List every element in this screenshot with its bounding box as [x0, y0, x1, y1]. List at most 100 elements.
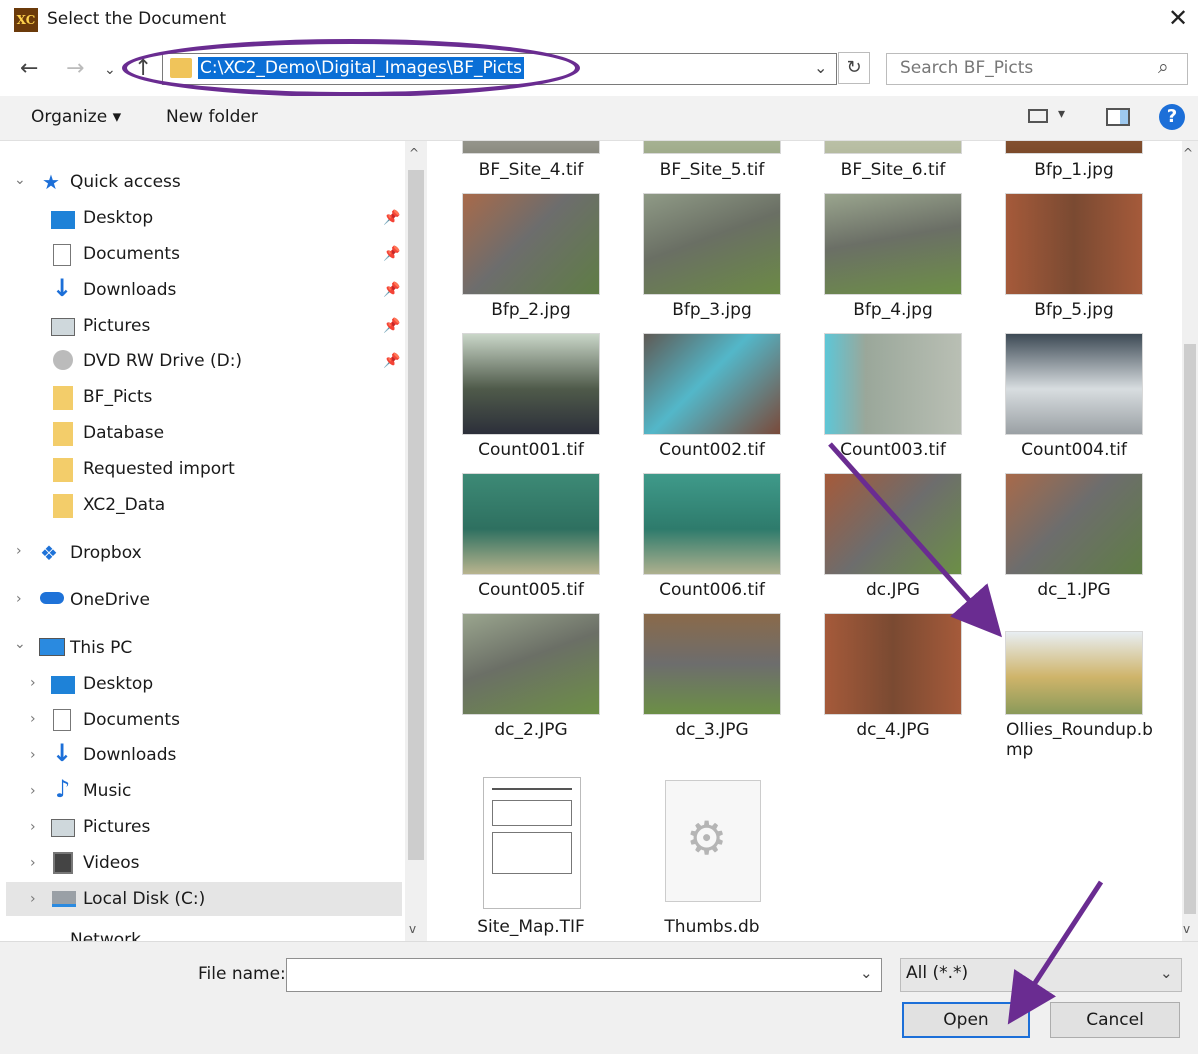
file-thumbnail[interactable]	[463, 141, 599, 153]
nav-dropbox[interactable]: Dropbox	[70, 537, 142, 569]
pin-icon[interactable]: 📌	[383, 318, 400, 334]
refresh-icon[interactable]: ↻	[838, 52, 870, 84]
nav-pc-downloads[interactable]: Downloads	[83, 739, 176, 771]
expand-chevron-icon[interactable]: ⌄	[14, 172, 26, 188]
file-thumbnail[interactable]	[463, 334, 599, 434]
scroll-up-arrow-icon[interactable]: ^	[1183, 146, 1193, 160]
nav-qa-downloads[interactable]: Downloads	[83, 274, 176, 306]
close-icon[interactable]: ✕	[1168, 4, 1188, 32]
pin-icon[interactable]: 📌	[383, 210, 400, 226]
nav-qa-xc2-data[interactable]: XC2_Data	[83, 489, 165, 521]
file-name[interactable]: dc_3.JPG	[624, 720, 800, 740]
expand-chevron-icon[interactable]: ›	[16, 591, 22, 607]
file-thumbnail[interactable]	[1006, 334, 1142, 434]
file-thumbnail[interactable]	[644, 474, 780, 574]
file-thumbnail[interactable]	[463, 194, 599, 294]
nav-qa-desktop[interactable]: Desktop	[83, 202, 153, 234]
file-thumbnail[interactable]	[1006, 194, 1142, 294]
nav-qa-dvd-drive[interactable]: DVD RW Drive (D:)	[83, 345, 242, 377]
scroll-down-arrow-icon[interactable]: v	[409, 922, 416, 936]
nav-qa-bf-picts[interactable]: BF_Picts	[83, 381, 152, 413]
nav-qa-pictures[interactable]: Pictures	[83, 310, 150, 342]
nav-qa-requested-import[interactable]: Requested import	[83, 453, 235, 485]
back-arrow-icon[interactable]: ←	[20, 56, 38, 81]
file-thumbnail[interactable]: ⚙	[666, 781, 760, 901]
scroll-down-arrow-icon[interactable]: v	[1183, 922, 1190, 936]
file-thumbnail[interactable]	[1006, 632, 1142, 714]
file-thumbnail[interactable]	[825, 474, 961, 574]
new-folder-button[interactable]: New folder	[166, 107, 258, 127]
nav-pc-desktop[interactable]: Desktop	[83, 668, 153, 700]
file-name[interactable]: Bfp_3.jpg	[624, 300, 800, 320]
nav-onedrive[interactable]: OneDrive	[70, 584, 150, 616]
file-thumbnail[interactable]	[644, 141, 780, 153]
file-name[interactable]: BF_Site_5.tif	[624, 160, 800, 180]
file-name[interactable]: Ollies_Roundup.b mp	[986, 720, 1162, 760]
nav-pc-pictures[interactable]: Pictures	[83, 811, 150, 843]
expand-chevron-icon[interactable]: ›	[30, 711, 36, 727]
scroll-up-arrow-icon[interactable]: ^	[409, 146, 419, 160]
file-name[interactable]: Bfp_5.jpg	[986, 300, 1162, 320]
file-name[interactable]: BF_Site_4.tif	[443, 160, 619, 180]
expand-chevron-icon[interactable]: ⌄	[14, 636, 26, 652]
file-name[interactable]: BF_Site_6.tif	[805, 160, 981, 180]
nav-pc-local-disk[interactable]: Local Disk (C:)	[83, 883, 205, 915]
file-name[interactable]: Count001.tif	[443, 440, 619, 460]
file-thumbnail[interactable]	[1006, 474, 1142, 574]
expand-chevron-icon[interactable]: ›	[30, 675, 36, 691]
file-name[interactable]: dc_4.JPG	[805, 720, 981, 740]
view-dropdown-chevron-icon[interactable]: ▾	[1058, 106, 1065, 122]
up-arrow-icon[interactable]: ↑	[134, 56, 152, 81]
file-name-dropdown-chevron-icon[interactable]: ⌄	[860, 964, 873, 982]
nav-pc-music[interactable]: Music	[83, 775, 131, 807]
file-name[interactable]: Count003.tif	[805, 440, 981, 460]
search-icon[interactable]: ⌕	[1158, 56, 1169, 78]
file-name[interactable]: Count006.tif	[624, 580, 800, 600]
expand-chevron-icon[interactable]: ›	[16, 543, 22, 559]
file-name[interactable]: dc_1.JPG	[986, 580, 1162, 600]
file-thumbnail[interactable]	[825, 334, 961, 434]
forward-arrow-icon[interactable]: →	[66, 56, 84, 81]
file-thumbnail[interactable]	[825, 194, 961, 294]
file-thumbnail[interactable]	[463, 474, 599, 574]
pin-icon[interactable]: 📌	[383, 353, 400, 369]
file-thumbnail[interactable]	[463, 614, 599, 714]
file-type-dropdown-chevron-icon[interactable]: ⌄	[1160, 964, 1173, 982]
file-thumbnail[interactable]	[644, 614, 780, 714]
file-name[interactable]: Thumbs.db	[624, 917, 800, 937]
cancel-button[interactable]: Cancel	[1050, 1002, 1180, 1038]
preview-pane-icon[interactable]	[1106, 108, 1130, 126]
nav-pc-documents[interactable]: Documents	[83, 704, 180, 736]
file-name-input[interactable]	[286, 958, 882, 992]
expand-chevron-icon[interactable]: ›	[30, 819, 36, 835]
expand-chevron-icon[interactable]: ›	[30, 783, 36, 799]
nav-qa-database[interactable]: Database	[83, 417, 164, 449]
recent-locations-chevron-icon[interactable]: ⌄	[104, 62, 116, 78]
pin-icon[interactable]: 📌	[383, 282, 400, 298]
file-thumbnail[interactable]	[484, 778, 580, 908]
nav-quick-access[interactable]: Quick access	[70, 166, 181, 198]
file-thumbnail[interactable]	[644, 334, 780, 434]
file-thumbnail[interactable]	[825, 614, 961, 714]
file-thumbnail[interactable]	[1006, 141, 1142, 153]
file-name[interactable]: Count005.tif	[443, 580, 619, 600]
file-name[interactable]: Bfp_4.jpg	[805, 300, 981, 320]
address-path[interactable]: C:\XC2_Demo\Digital_Images\BF_Picts	[198, 57, 525, 79]
file-name[interactable]: Bfp_2.jpg	[443, 300, 619, 320]
file-name[interactable]: Bfp_1.jpg	[986, 160, 1162, 180]
nav-network[interactable]: Network	[70, 924, 141, 941]
file-name[interactable]: Count004.tif	[986, 440, 1162, 460]
file-thumbnail[interactable]	[644, 194, 780, 294]
nav-this-pc[interactable]: This PC	[70, 632, 132, 664]
expand-chevron-icon[interactable]: ›	[30, 747, 36, 763]
file-thumbnail[interactable]	[825, 141, 961, 153]
expand-chevron-icon[interactable]: ›	[30, 855, 36, 871]
file-name[interactable]: Count002.tif	[624, 440, 800, 460]
change-view-icon[interactable]	[1028, 109, 1048, 123]
help-icon[interactable]: ?	[1159, 104, 1185, 130]
open-button[interactable]: Open	[902, 1002, 1030, 1038]
pin-icon[interactable]: 📌	[383, 246, 400, 262]
file-name[interactable]: Site_Map.TIF	[443, 917, 619, 937]
content-scrollbar-thumb[interactable]	[1184, 344, 1196, 914]
nav-qa-documents[interactable]: Documents	[83, 238, 180, 270]
